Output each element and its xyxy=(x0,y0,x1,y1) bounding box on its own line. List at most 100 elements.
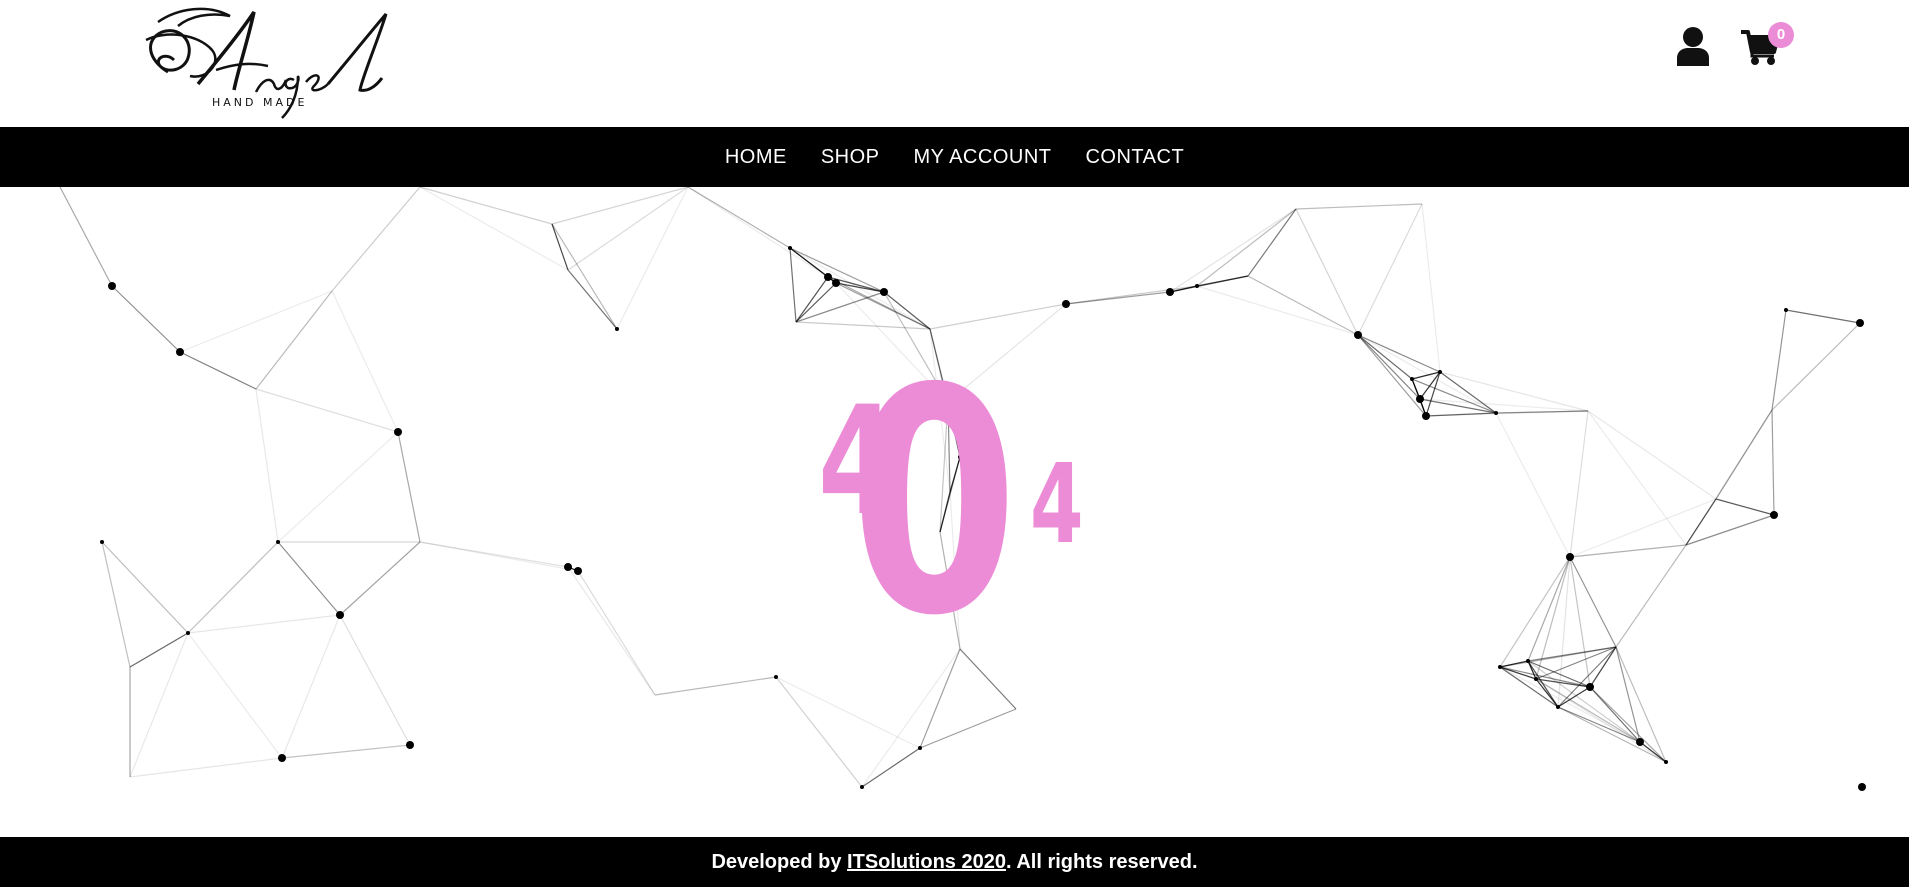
network-line xyxy=(255,388,279,543)
network-node xyxy=(1195,284,1199,288)
nav-item-home[interactable]: HOME xyxy=(725,146,787,168)
network-line xyxy=(179,351,257,390)
network-line xyxy=(795,321,931,330)
network-line xyxy=(1715,498,1775,516)
network-line xyxy=(567,566,656,696)
network-node xyxy=(880,288,888,296)
logo-subtitle: HAND MADE xyxy=(212,96,308,109)
network-node xyxy=(1856,319,1864,327)
network-line xyxy=(277,541,341,616)
network-line xyxy=(1411,378,1497,414)
network-line xyxy=(1357,334,1427,417)
nav-item-my-account[interactable]: MY ACCOUNT xyxy=(914,146,1052,168)
network-node xyxy=(1858,783,1866,791)
network-node xyxy=(1586,683,1594,691)
network-node xyxy=(774,675,778,679)
network-line xyxy=(1065,285,1198,305)
network-line xyxy=(1587,410,1717,500)
network-line xyxy=(1685,514,1775,546)
network-line xyxy=(419,541,579,572)
nav-item-contact[interactable]: CONTACT xyxy=(1085,146,1184,168)
site-logo[interactable]: HAND MADE xyxy=(138,0,390,124)
network-line xyxy=(1569,498,1717,558)
network-node xyxy=(564,563,572,571)
network-line xyxy=(1535,678,1559,708)
site-header: HAND MADE 0 xyxy=(0,0,1909,127)
particle-network-background xyxy=(59,187,1866,791)
network-node xyxy=(100,540,104,544)
network-line xyxy=(1196,275,1249,287)
main-nav: HOME SHOP MY ACCOUNT CONTACT xyxy=(0,127,1909,187)
network-line xyxy=(1587,410,1687,546)
network-line xyxy=(281,614,341,759)
network-line xyxy=(59,187,113,287)
network-line xyxy=(179,290,333,353)
network-line xyxy=(939,531,961,650)
network-line xyxy=(111,285,181,353)
network-line xyxy=(1247,275,1359,336)
network-line xyxy=(775,676,921,749)
footer-suffix: . All rights reserved. xyxy=(1005,850,1198,873)
network-line xyxy=(1771,309,1787,411)
network-node xyxy=(1566,553,1574,561)
network-node xyxy=(958,455,962,459)
network-line xyxy=(101,541,131,668)
network-node xyxy=(1556,705,1560,709)
network-line xyxy=(1771,322,1861,411)
network-line xyxy=(567,269,618,330)
network-node xyxy=(1416,395,1424,403)
network-line xyxy=(397,431,421,543)
network-node xyxy=(1354,331,1362,339)
network-line xyxy=(616,187,689,330)
network-line xyxy=(277,431,399,543)
network-node xyxy=(1784,308,1788,312)
network-node xyxy=(824,273,832,281)
network-line xyxy=(1589,646,1617,688)
user-icon[interactable] xyxy=(1676,26,1710,66)
network-line xyxy=(187,614,341,634)
network-line xyxy=(567,187,689,271)
network-line xyxy=(1527,556,1571,662)
network-node xyxy=(108,282,116,290)
network-line xyxy=(331,187,421,292)
network-line xyxy=(551,187,689,225)
network-line xyxy=(1589,686,1667,763)
network-node xyxy=(1422,412,1430,420)
network-line xyxy=(949,456,961,493)
network-node xyxy=(1534,677,1538,681)
network-line xyxy=(339,614,411,746)
network-node xyxy=(176,348,184,356)
network-line xyxy=(129,632,189,778)
network-line xyxy=(1357,334,1441,373)
footer-developer-link[interactable]: ITSolutions 2020 xyxy=(847,851,1006,874)
network-line xyxy=(795,276,829,323)
network-line xyxy=(187,541,279,634)
network-node xyxy=(1438,370,1442,374)
network-node xyxy=(574,567,582,575)
network-line xyxy=(1499,556,1571,668)
network-line xyxy=(1615,544,1687,648)
network-line xyxy=(775,676,863,788)
site-footer: Developed by ITSolutions 2020. All right… xyxy=(0,837,1909,887)
network-line xyxy=(1527,646,1617,662)
network-node xyxy=(1664,760,1668,764)
network-line xyxy=(419,187,569,271)
network-line xyxy=(129,757,283,778)
network-line xyxy=(654,676,777,696)
network-line xyxy=(919,708,1017,749)
network-line xyxy=(1357,334,1421,400)
network-line xyxy=(1357,334,1497,414)
error-404-section: 4 4 0 xyxy=(0,187,1909,837)
network-line xyxy=(861,747,921,788)
network-line xyxy=(1357,203,1423,336)
network-line xyxy=(1715,409,1773,500)
network-line xyxy=(1785,309,1861,324)
network-line xyxy=(1557,706,1667,763)
network-node xyxy=(1062,300,1070,308)
cart-count-badge: 0 xyxy=(1768,22,1794,48)
nav-item-shop[interactable]: SHOP xyxy=(821,146,880,168)
network-line xyxy=(551,223,618,330)
network-line xyxy=(1569,544,1687,558)
network-line xyxy=(949,491,961,650)
network-node xyxy=(394,428,402,436)
